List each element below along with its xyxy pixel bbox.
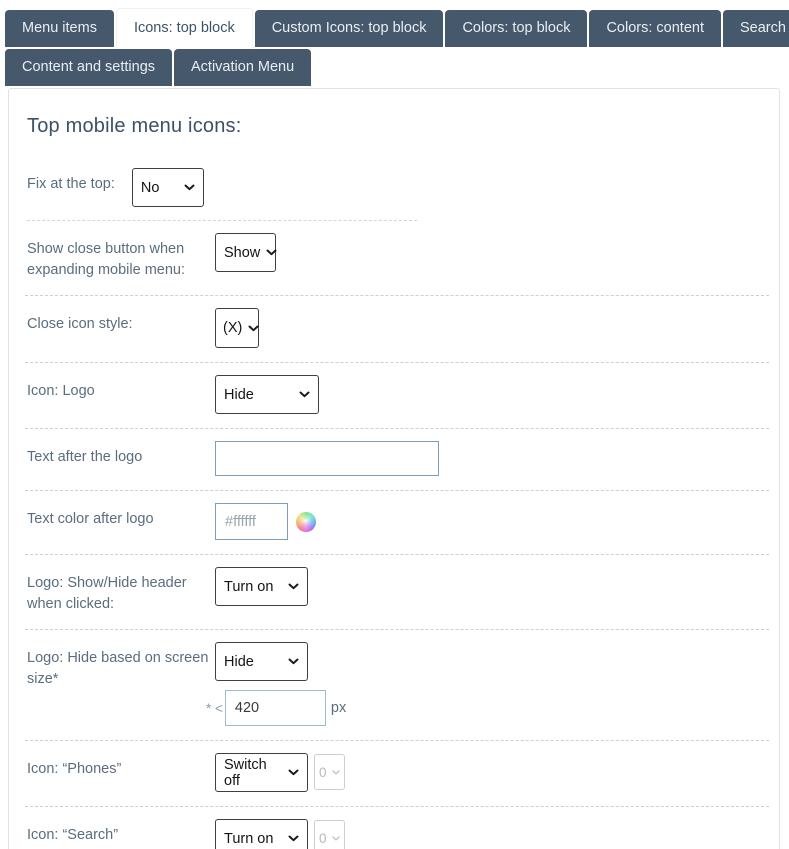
chevron-down-icon <box>266 249 277 256</box>
chevron-down-icon <box>248 325 259 332</box>
field-label: Logo: Hide based on screen size* <box>27 642 215 690</box>
tab-colors-top-block[interactable]: Colors: top block <box>445 10 587 47</box>
chevron-down-icon <box>288 769 299 776</box>
form-row-fix-at-top: Fix at the top: No <box>25 156 769 221</box>
px-unit-label: px <box>331 700 346 716</box>
field-label: Icon: “Search” <box>27 819 215 846</box>
select-value: Switch off <box>224 757 282 789</box>
tab-search-filter[interactable]: Search filter <box>723 10 789 47</box>
tab-colors-content[interactable]: Colors: content <box>589 10 721 47</box>
form-row-icon-search: Icon: “Search” Turn on 0 <box>25 807 769 849</box>
select-value: 0 <box>319 831 327 846</box>
tab-activation-menu[interactable]: Activation Menu <box>174 49 311 86</box>
form-row-icon-logo: Icon: Logo Hide <box>25 363 769 429</box>
form-row-text-color-after-logo: Text color after logo <box>25 491 769 555</box>
tab-content-and-settings[interactable]: Content and settings <box>5 49 172 86</box>
field-label: Logo: Show/Hide header when clicked: <box>27 567 215 615</box>
icon-search-select[interactable]: Turn on <box>215 819 308 849</box>
form-row-close-button: Show close button when expanding mobile … <box>25 221 769 296</box>
icon-search-order-select[interactable]: 0 <box>314 820 345 849</box>
text-color-input[interactable] <box>215 503 288 540</box>
page-title: Top mobile menu icons: <box>27 115 769 138</box>
chevron-down-icon <box>299 391 310 398</box>
settings-panel: Top mobile menu icons: Fix at the top: N… <box>8 88 780 849</box>
field-label: Text after the logo <box>27 441 215 468</box>
form-row-text-after-logo: Text after the logo <box>25 429 769 491</box>
chevron-down-icon <box>288 583 299 590</box>
form-row-close-icon-style: Close icon style: (X) <box>25 296 769 363</box>
text-after-logo-input[interactable] <box>215 441 439 476</box>
field-label: Show close button when expanding mobile … <box>27 233 215 281</box>
tab-icons-top-block[interactable]: Icons: top block <box>116 8 253 49</box>
select-value: No <box>141 180 160 196</box>
select-value: Show <box>224 245 260 261</box>
select-value: Turn on <box>224 831 273 847</box>
close-button-select[interactable]: Show <box>215 233 276 272</box>
select-value: 0 <box>319 765 327 780</box>
field-label: Close icon style: <box>27 308 215 335</box>
chevron-down-icon <box>184 184 195 191</box>
field-label: Fix at the top: <box>27 168 115 195</box>
select-value: Turn on <box>224 579 273 595</box>
close-icon-style-select[interactable]: (X) <box>215 308 259 348</box>
tab-custom-icons-top-block[interactable]: Custom Icons: top block <box>255 10 444 47</box>
select-value: (X) <box>223 320 242 336</box>
form-row-logo-hide-screen-size: Logo: Hide based on screen size* Hide * … <box>25 630 769 741</box>
fix-at-top-select[interactable]: No <box>132 168 204 207</box>
icon-logo-select[interactable]: Hide <box>215 375 319 414</box>
select-value: Hide <box>224 387 254 403</box>
logo-header-click-select[interactable]: Turn on <box>215 567 308 606</box>
color-wheel-icon[interactable] <box>296 512 316 532</box>
field-label: Icon: Logo <box>27 375 215 402</box>
form-row-icon-phones: Icon: “Phones” Switch off 0 <box>25 741 769 807</box>
tab-bar-row1: Menu items Icons: top block Custom Icons… <box>5 10 789 47</box>
select-value: Hide <box>224 654 254 670</box>
chevron-down-icon <box>332 770 340 775</box>
form-row-logo-header-click: Logo: Show/Hide header when clicked: Tur… <box>25 555 769 630</box>
chevron-down-icon <box>288 835 299 842</box>
tab-bar-row2: Content and settings Activation Menu <box>5 49 789 86</box>
chevron-down-icon <box>332 836 340 841</box>
chevron-down-icon <box>288 658 299 665</box>
icon-phones-select[interactable]: Switch off <box>215 753 308 792</box>
field-label: Icon: “Phones” <box>27 753 215 780</box>
icon-phones-order-select[interactable]: 0 <box>314 754 345 790</box>
logo-hide-screen-select[interactable]: Hide <box>215 642 308 681</box>
field-label: Text color after logo <box>27 503 215 530</box>
plugin-settings-page: Menu items Icons: top block Custom Icons… <box>0 10 789 849</box>
screen-size-condition-label: * < <box>206 701 223 716</box>
screen-size-input[interactable] <box>225 690 326 726</box>
tab-menu-items[interactable]: Menu items <box>5 10 114 47</box>
